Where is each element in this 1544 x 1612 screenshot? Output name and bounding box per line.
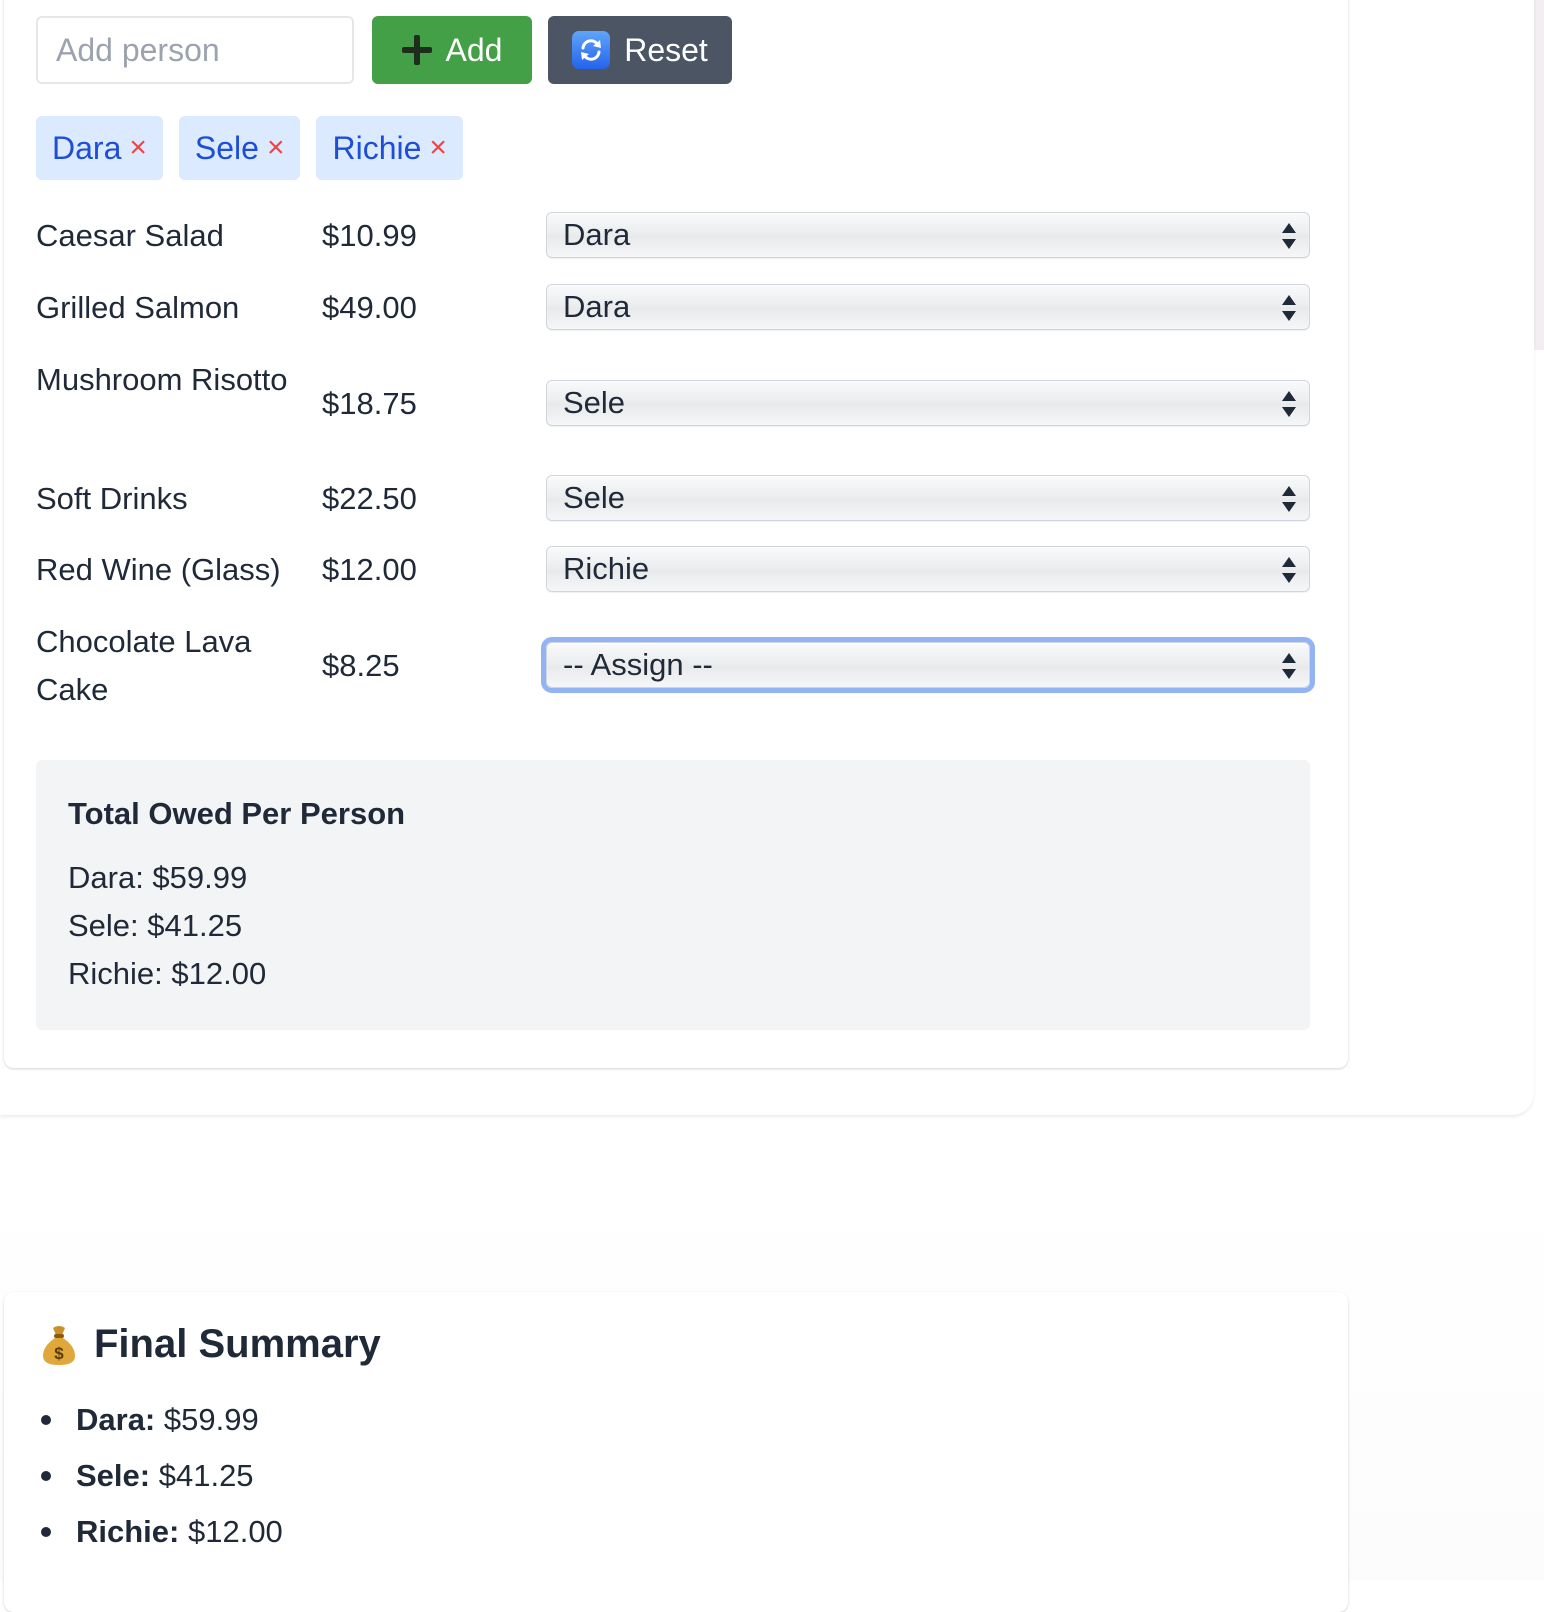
person-tag-name: Richie	[332, 129, 422, 166]
summary-person: Dara:	[76, 1402, 156, 1437]
reset-button[interactable]: Reset	[548, 16, 732, 84]
remove-person-icon[interactable]: ×	[429, 133, 447, 163]
item-name: Chocolate Lava Cake	[36, 624, 252, 707]
list-item: Dara: $59.99	[36, 1398, 283, 1454]
person-tag: Richie ×	[316, 116, 463, 180]
summary-amount: $59.99	[163, 1402, 259, 1437]
assign-select[interactable]: Dara	[546, 284, 1310, 330]
remove-person-icon[interactable]: ×	[267, 133, 285, 163]
select-arrows-icon	[1282, 486, 1296, 512]
person-tag: Sele ×	[178, 116, 301, 180]
totals-title: Total Owed Per Person	[68, 796, 406, 831]
item-price: $10.99	[322, 218, 417, 253]
person-tag: Dara ×	[36, 116, 163, 180]
remove-person-icon[interactable]: ×	[129, 133, 147, 163]
item-price: $22.50	[322, 481, 417, 516]
select-arrows-icon	[1282, 295, 1296, 321]
item-name: Caesar Salad	[36, 218, 224, 253]
totals-panel: Total Owed Per Person Dara: $59.99 Sele:…	[36, 760, 1310, 1030]
list-item: Sele: $41.25	[36, 1454, 283, 1510]
assign-select[interactable]: -- Assign --	[541, 637, 1315, 693]
assign-select-value: Dara	[563, 289, 631, 324]
summary-person: Richie:	[76, 1514, 180, 1549]
assign-select-value: Sele	[563, 480, 626, 515]
select-arrows-icon	[1282, 223, 1296, 249]
item-price: $49.00	[322, 290, 417, 325]
assign-select[interactable]: Richie	[546, 546, 1310, 592]
person-tag-name: Dara	[52, 129, 122, 166]
final-summary-heading: $ Final Summary	[40, 1322, 381, 1367]
item-price: $12.00	[322, 552, 417, 587]
plus-icon	[401, 35, 432, 65]
assign-select-value: Richie	[563, 551, 650, 586]
item-price: $18.75	[322, 386, 417, 421]
final-summary-title: Final Summary	[94, 1322, 381, 1366]
assign-select[interactable]: Sele	[546, 380, 1310, 426]
summary-list: Dara: $59.99 Sele: $41.25 Richie: $12.00	[36, 1398, 283, 1566]
add-button-label: Add	[445, 31, 503, 68]
list-item: Richie: $12.00	[36, 1510, 283, 1566]
assign-select-value: Sele	[563, 385, 626, 420]
person-tag-name: Sele	[194, 129, 259, 166]
reset-button-label: Reset	[624, 31, 708, 68]
select-arrows-icon	[1282, 391, 1296, 417]
select-arrows-icon	[1282, 557, 1296, 583]
refresh-icon	[572, 31, 611, 69]
svg-text:$: $	[54, 1344, 64, 1363]
item-name: Grilled Salmon	[36, 290, 240, 325]
total-line: Richie: $12.00	[68, 956, 267, 991]
people-tags: Dara × Sele × Richie ×	[36, 116, 463, 180]
add-person-button[interactable]: Add	[372, 16, 532, 84]
item-name: Red Wine (Glass)	[36, 552, 281, 587]
assign-select[interactable]: Dara	[546, 212, 1310, 258]
item-name: Soft Drinks	[36, 481, 188, 516]
item-name: Mushroom Risotto	[36, 362, 288, 397]
total-line: Sele: $41.25	[68, 908, 243, 943]
assign-select[interactable]: Sele	[546, 475, 1310, 521]
assign-select-value: -- Assign --	[563, 647, 713, 682]
add-person-input[interactable]	[36, 16, 354, 84]
summary-amount: $12.00	[187, 1514, 283, 1549]
money-bag-icon: $	[43, 1325, 75, 1365]
assign-select-value: Dara	[563, 217, 631, 252]
select-arrows-icon	[1282, 653, 1296, 679]
summary-amount: $41.25	[158, 1458, 254, 1493]
total-line: Dara: $59.99	[68, 860, 248, 895]
summary-person: Sele:	[76, 1458, 151, 1493]
item-price: $8.25	[322, 648, 400, 683]
